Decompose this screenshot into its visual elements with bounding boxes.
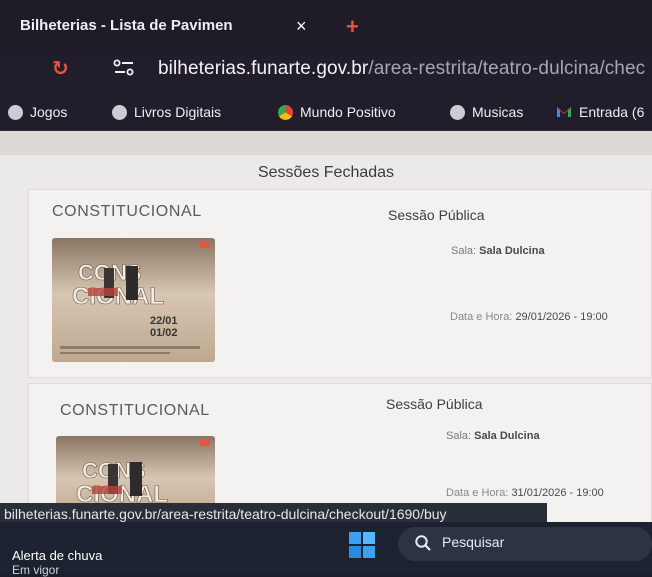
datetime-label: Data e Hora:	[446, 487, 509, 499]
globe-icon	[8, 104, 23, 120]
poster-art: CONS CIONAL 22/01 01/02	[52, 238, 215, 362]
session-type: Sessão Pública	[386, 396, 483, 412]
globe-icon	[450, 104, 465, 120]
datetime-info: Data e Hora: 29/01/2026 - 19:00	[450, 311, 608, 323]
play-poster[interactable]: CONS CIONAL 22/01 01/02	[52, 238, 215, 362]
session-type: Sessão Pública	[388, 207, 485, 223]
new-tab-button[interactable]: +	[346, 16, 359, 38]
gmail-icon	[557, 107, 571, 117]
play-title: CONSTITUCIONAL	[60, 402, 210, 419]
bookmark-musicas[interactable]: Musicas	[450, 104, 523, 120]
poster-date-end: 01/02	[150, 327, 178, 339]
svg-text:CIONAL: CIONAL	[72, 283, 164, 310]
bookmark-label: Musicas	[472, 104, 524, 120]
datetime-label: Data e Hora:	[450, 311, 513, 323]
close-tab-icon[interactable]: ×	[296, 17, 307, 35]
datetime-info: Data e Hora: 31/01/2026 - 19:00	[446, 487, 604, 499]
tab-title[interactable]: Bilheterias - Lista de Pavimen	[20, 17, 233, 34]
bookmark-label: Livros Digitais	[134, 104, 222, 120]
room-info: Sala: Sala Dulcina	[446, 430, 540, 442]
room-label: Sala:	[446, 430, 472, 442]
search-icon	[415, 535, 431, 551]
bookmark-livros-digitais[interactable]: Livros Digitais	[112, 104, 221, 120]
bookmark-label: Entrada (6	[579, 104, 645, 120]
bookmark-label: Mundo Positivo	[300, 104, 396, 120]
url-domain: bilheterias.funarte.gov.br	[158, 58, 369, 79]
globe-icon	[112, 104, 127, 120]
play-title: CONSTITUCIONAL	[52, 203, 202, 220]
room-label: Sala:	[451, 245, 477, 257]
room-value: Sala Dulcina	[474, 430, 540, 442]
room-info: Sala: Sala Dulcina	[451, 245, 545, 257]
bookmark-label: Jogos	[30, 104, 68, 120]
bookmark-mundo-positivo[interactable]: Mundo Positivo	[278, 104, 396, 120]
url-path: /area-restrita/teatro-dulcina/chec	[368, 58, 646, 79]
page-header-strip	[0, 131, 652, 155]
bookmark-jogos[interactable]: Jogos	[8, 104, 67, 120]
site-info-icon[interactable]	[113, 59, 135, 77]
poster-date-start: 22/01	[150, 315, 178, 327]
poster-art: CONS CIONAL	[56, 436, 215, 506]
datetime-value: 29/01/2026 - 19:00	[515, 311, 608, 323]
taskbar-search[interactable]	[398, 527, 652, 561]
section-title: Sessões Fechadas	[257, 164, 395, 181]
weather-subtitle: Em vigor	[12, 563, 60, 577]
weather-title[interactable]: Alerta de chuva	[12, 548, 102, 563]
play-poster[interactable]: CONS CIONAL	[56, 436, 215, 506]
reload-icon[interactable]: ↻	[52, 56, 69, 81]
bookmark-entrada[interactable]: Entrada (6	[556, 104, 644, 120]
datetime-value: 31/01/2026 - 19:00	[511, 487, 604, 499]
room-value: Sala Dulcina	[479, 245, 545, 257]
windows-start-icon[interactable]	[348, 531, 376, 559]
search-label: Pesquisar	[442, 534, 505, 550]
url-field[interactable]: bilheterias.funarte.gov.br/area-restrita…	[158, 58, 645, 80]
chrome-icon	[278, 104, 293, 120]
